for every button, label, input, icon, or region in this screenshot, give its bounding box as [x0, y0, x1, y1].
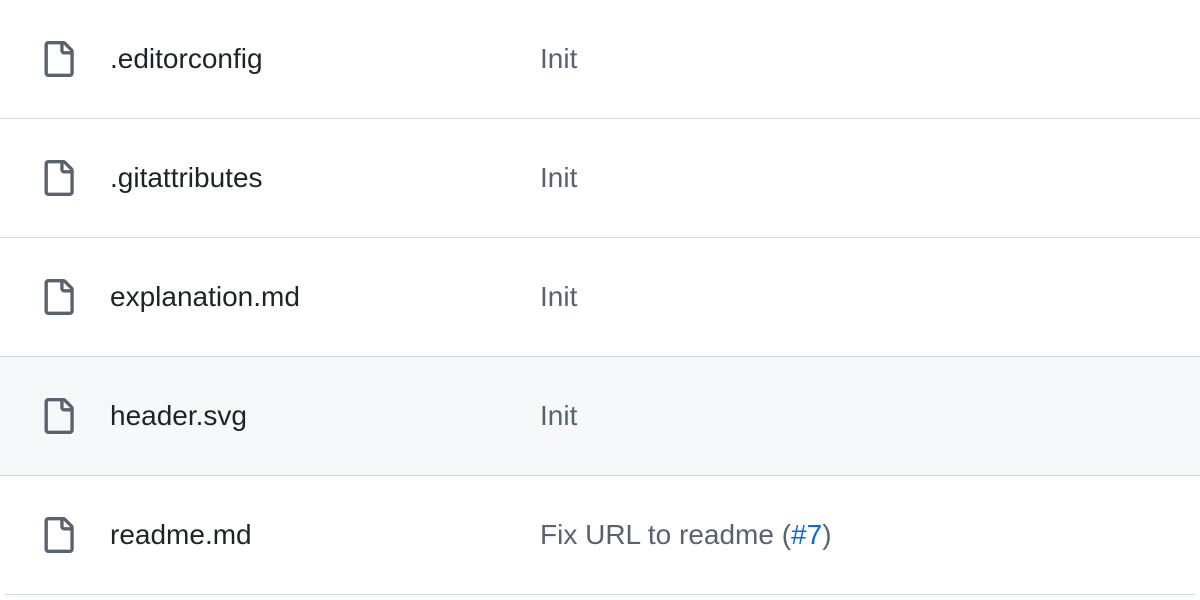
commit-message-link[interactable]: Init: [540, 400, 1160, 432]
commit-message-link[interactable]: Init: [540, 162, 1160, 194]
file-name-link[interactable]: explanation.md: [110, 281, 540, 313]
file-name-link[interactable]: readme.md: [110, 519, 540, 551]
file-name-link[interactable]: .editorconfig: [110, 43, 540, 75]
file-row[interactable]: header.svg Init: [0, 357, 1200, 476]
file-icon: [40, 156, 76, 200]
file-name-link[interactable]: header.svg: [110, 400, 540, 432]
commit-message-link[interactable]: Init: [540, 43, 1160, 75]
file-icon-cell: [40, 513, 110, 557]
file-row[interactable]: .gitattributes Init: [0, 119, 1200, 238]
commit-message-text: Fix URL to readme (: [540, 519, 791, 550]
file-row[interactable]: readme.md Fix URL to readme (#7): [0, 476, 1200, 595]
file-icon-cell: [40, 394, 110, 438]
issue-reference-link[interactable]: #7: [791, 519, 822, 550]
file-icon: [40, 394, 76, 438]
file-row[interactable]: .editorconfig Init: [0, 0, 1200, 119]
commit-message-suffix: ): [822, 519, 831, 550]
file-icon: [40, 513, 76, 557]
commit-message-link[interactable]: Init: [540, 281, 1160, 313]
commit-message-link[interactable]: Fix URL to readme (#7): [540, 519, 1160, 551]
file-icon: [40, 37, 76, 81]
file-icon-cell: [40, 156, 110, 200]
file-name-link[interactable]: .gitattributes: [110, 162, 540, 194]
file-row[interactable]: explanation.md Init: [0, 238, 1200, 357]
file-icon: [40, 275, 76, 319]
file-list: .editorconfig Init .gitattributes Init e…: [0, 0, 1200, 595]
file-icon-cell: [40, 275, 110, 319]
file-icon-cell: [40, 37, 110, 81]
